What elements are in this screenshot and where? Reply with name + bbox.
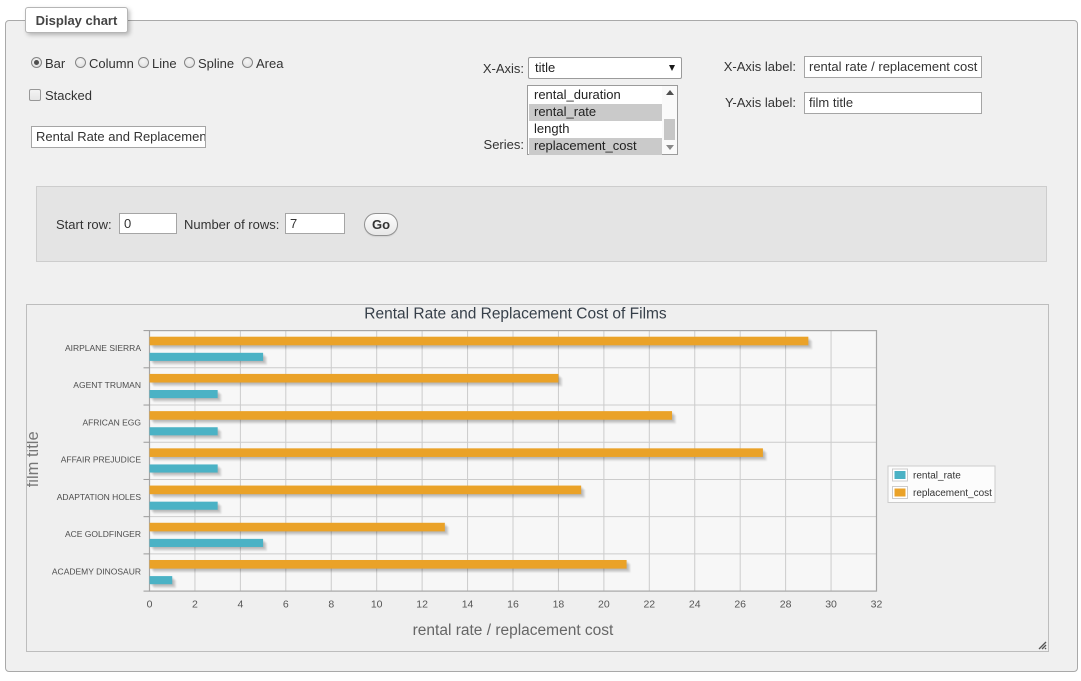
svg-text:28: 28	[780, 599, 792, 611]
svg-text:AGENT TRUMAN: AGENT TRUMAN	[73, 380, 141, 390]
svg-text:24: 24	[689, 599, 701, 611]
svg-text:20: 20	[598, 599, 610, 611]
svg-text:rental rate / replacement cost: rental rate / replacement cost	[413, 622, 614, 639]
svg-text:22: 22	[643, 599, 655, 611]
svg-text:2: 2	[192, 599, 198, 611]
svg-text:32: 32	[871, 599, 883, 611]
svg-text:replacement_cost: replacement_cost	[913, 488, 992, 499]
svg-text:4: 4	[237, 599, 243, 611]
svg-text:6: 6	[283, 599, 289, 611]
svg-text:16: 16	[507, 599, 519, 611]
svg-text:ACE GOLDFINGER: ACE GOLDFINGER	[65, 529, 141, 539]
svg-text:26: 26	[734, 599, 746, 611]
svg-text:AIRPLANE SIERRA: AIRPLANE SIERRA	[65, 343, 141, 353]
svg-text:30: 30	[825, 599, 837, 611]
svg-text:12: 12	[416, 599, 428, 611]
svg-text:rental_rate: rental_rate	[913, 471, 961, 482]
svg-text:0: 0	[147, 599, 153, 611]
svg-text:ACADEMY DINOSAUR: ACADEMY DINOSAUR	[52, 566, 141, 576]
svg-text:ADAPTATION HOLES: ADAPTATION HOLES	[57, 492, 142, 502]
svg-text:AFFAIR PREJUDICE: AFFAIR PREJUDICE	[61, 455, 142, 465]
svg-text:10: 10	[371, 599, 383, 611]
svg-text:film title: film title	[27, 431, 42, 487]
svg-text:8: 8	[328, 599, 334, 611]
svg-text:18: 18	[553, 599, 565, 611]
svg-text:Rental Rate and Replacement Co: Rental Rate and Replacement Cost of Film…	[364, 306, 667, 323]
svg-text:AFRICAN EGG: AFRICAN EGG	[82, 417, 141, 427]
svg-text:14: 14	[462, 599, 474, 611]
